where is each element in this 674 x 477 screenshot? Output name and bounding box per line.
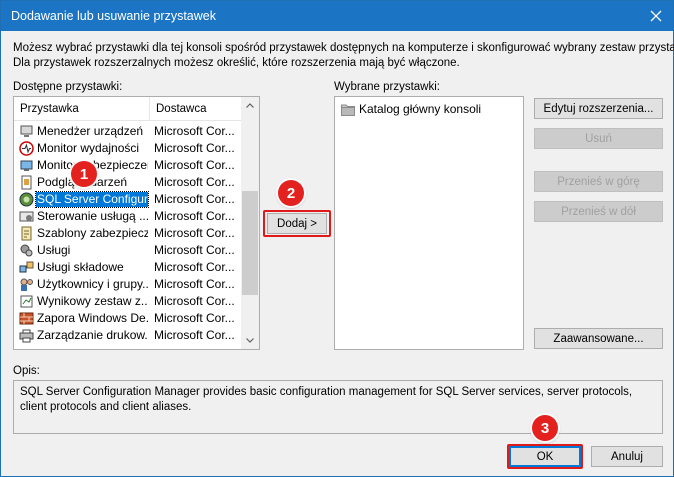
scroll-thumb[interactable] [242, 191, 258, 295]
annotation-highlight-add [263, 210, 331, 237]
move-up-label: Przenieś w górę [557, 175, 640, 188]
table-row[interactable]: Wynikowy zestaw z... Microsoft Cor... [14, 293, 241, 310]
device-manager-icon [19, 124, 34, 139]
selected-snapins-list[interactable]: Katalog główny konsoli [334, 96, 524, 350]
remove-label: Usuń [585, 132, 612, 145]
event-viewer-icon [19, 175, 34, 190]
available-snapins-list[interactable]: Przystawka Dostawca Menedżer urządzeń Mic… [13, 96, 260, 350]
description-box: SQL Server Configuration Manager provide… [13, 380, 663, 434]
folder-icon [341, 103, 355, 116]
snapin-vendor: Microsoft Cor... [154, 209, 235, 223]
snapin-vendor: Microsoft Cor... [154, 141, 235, 155]
cancel-label: Anuluj [611, 450, 643, 463]
snapin-name: Usługi [37, 243, 71, 257]
snapin-vendor: Microsoft Cor... [154, 243, 235, 257]
table-row[interactable]: Zarządzanie drukow... Microsoft Cor... [14, 327, 241, 344]
dialog-title: Dodawanie lub usuwanie przystawek [11, 9, 216, 23]
table-row[interactable]: Użytkownicy i grupy... Microsoft Cor... [14, 276, 241, 293]
description-line-1: Możesz wybrać przystawki dla tej konsoli… [13, 42, 674, 54]
column-header-snapin[interactable]: Przystawka [14, 97, 150, 121]
snapin-name: Sterowanie usługą ... [37, 209, 148, 223]
table-row[interactable]: Podgląd zdarzeń Microsoft Cor... [14, 174, 241, 191]
snapin-name: Użytkownicy i grupy... [37, 277, 148, 291]
snapin-vendor: Microsoft Cor... [154, 175, 235, 189]
snapin-name: Szablony zabezpieczeń [37, 226, 148, 240]
snapin-name: SQL Server Configur... [35, 191, 149, 208]
column-header-vendor[interactable]: Dostawca [150, 97, 241, 121]
sql-server-icon [19, 192, 34, 207]
table-row[interactable]: Sterowanie usługą ... Microsoft Cor... [14, 208, 241, 225]
list-scrollbar[interactable] [241, 97, 259, 349]
services-icon [19, 243, 34, 258]
dialog-description: Możesz wybrać przystawki dla tej konsoli… [13, 41, 674, 71]
table-row[interactable]: Zapora Windows De... Microsoft Cor... [14, 310, 241, 327]
snapin-name: Zarządzanie drukow... [37, 328, 148, 342]
list-item[interactable]: Katalog główny konsoli [341, 101, 481, 117]
selected-snapins-label: Wybrane przystawki: [334, 81, 440, 93]
snapin-name: Wynikowy zestaw z... [37, 294, 148, 308]
snapin-vendor: Microsoft Cor... [154, 260, 235, 274]
description-text: SQL Server Configuration Manager provide… [20, 386, 633, 413]
annotation-badge-3: 3 [532, 415, 558, 441]
snapin-vendor: Microsoft Cor... [154, 328, 235, 342]
snapin-name: Monitor wydajności [37, 141, 140, 155]
list-header: Przystawka Dostawca [14, 97, 241, 121]
dialog-window: Dodawanie lub usuwanie przystawek Możesz… [0, 0, 674, 477]
snapin-vendor: Microsoft Cor... [154, 158, 235, 172]
security-templates-icon [19, 226, 34, 241]
rsop-icon [19, 294, 34, 309]
component-services-icon [19, 260, 34, 275]
move-down-label: Przenieś w dół [561, 205, 636, 218]
move-up-button[interactable]: Przenieś w górę [534, 171, 663, 192]
move-down-button[interactable]: Przenieś w dół [534, 201, 663, 222]
snapin-vendor: Microsoft Cor... [154, 277, 235, 291]
print-management-icon [19, 328, 34, 343]
snapin-name: Zapora Windows De... [37, 311, 148, 325]
service-control-icon [19, 209, 34, 224]
description-label: Opis: [13, 365, 40, 377]
annotation-badge-1: 1 [71, 161, 97, 187]
scroll-down-icon[interactable] [241, 332, 259, 349]
table-row[interactable]: Monitor wydajności Microsoft Cor... [14, 140, 241, 157]
snapin-vendor: Microsoft Cor... [154, 192, 235, 206]
table-row[interactable]: Usługi składowe Microsoft Cor... [14, 259, 241, 276]
title-bar[interactable]: Dodawanie lub usuwanie przystawek [1, 1, 673, 31]
advanced-button[interactable]: Zaawansowane... [534, 328, 663, 349]
cancel-button[interactable]: Anuluj [591, 446, 663, 467]
firewall-icon [19, 311, 34, 326]
snapin-name: Menedżer urządzeń [37, 124, 144, 138]
scroll-up-icon[interactable] [241, 97, 259, 114]
snapin-vendor: Microsoft Cor... [154, 311, 235, 325]
table-row[interactable]: Menedżer urządzeń Microsoft Cor... [14, 123, 241, 140]
list-item-label: Katalog główny konsoli [359, 102, 482, 116]
annotation-highlight-ok [507, 444, 583, 469]
snapin-name: Usługi składowe [37, 260, 124, 274]
remove-button[interactable]: Usuń [534, 128, 663, 149]
edit-extensions-label: Edytuj rozszerzenia... [543, 102, 654, 115]
performance-monitor-icon [19, 141, 34, 156]
table-row[interactable]: Szablony zabezpieczeń Microsoft Cor... [14, 225, 241, 242]
list-rows: Menedżer urządzeń Microsoft Cor... Monitor… [14, 122, 241, 349]
table-row[interactable]: Monitor zabezpieczeń...Microsoft Cor... [14, 157, 241, 174]
snapin-vendor: Microsoft Cor... [154, 124, 235, 138]
snapin-vendor: Microsoft Cor... [154, 294, 235, 308]
close-icon[interactable] [639, 1, 673, 31]
description-line-2: Dla przystawek rozszerzalnych możesz okr… [13, 57, 460, 69]
table-row[interactable]: Usługi Microsoft Cor... [14, 242, 241, 259]
edit-extensions-button[interactable]: Edytuj rozszerzenia... [534, 98, 663, 119]
available-snapins-label: Dostępne przystawki: [13, 81, 123, 93]
users-groups-icon [19, 277, 34, 292]
advanced-label: Zaawansowane... [553, 332, 644, 345]
annotation-badge-2: 2 [278, 180, 304, 206]
security-monitor-icon [19, 158, 34, 173]
snapin-vendor: Microsoft Cor... [154, 226, 235, 240]
table-row[interactable]: SQL Server Configur... Microsoft Cor... [14, 191, 241, 208]
